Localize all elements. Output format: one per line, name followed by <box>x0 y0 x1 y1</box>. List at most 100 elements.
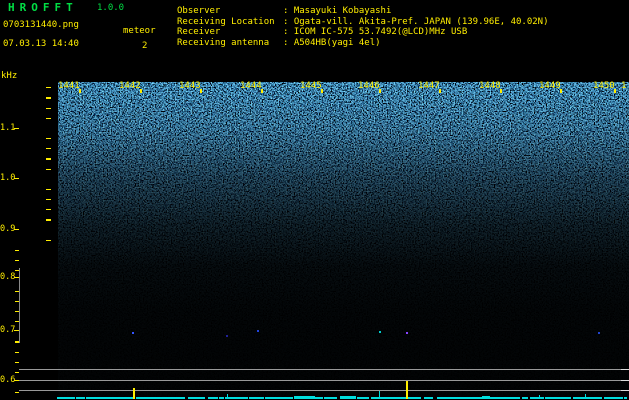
freq-axis-minor-tick <box>14 321 19 323</box>
signal-trace-segment <box>57 397 76 399</box>
info-row: Receiving Location: Ogata-vill. Akita-Pr… <box>177 17 549 28</box>
time-axis-tick <box>261 89 263 93</box>
signal-trace-segment <box>278 397 294 399</box>
time-axis-tick <box>439 89 441 93</box>
time-axis-label: 1441 <box>58 81 80 91</box>
signal-trace-segment <box>75 397 86 399</box>
time-axis-label: 1443 <box>179 81 201 91</box>
mode-label: meteor <box>123 26 156 36</box>
signal-trace-segment <box>104 397 121 399</box>
freq-axis-minor-tick <box>14 290 19 292</box>
time-axis-label: 1448 <box>479 81 501 91</box>
time-axis-label: 1446 <box>358 81 380 91</box>
echo-dot <box>226 335 228 337</box>
signal-trace-segment <box>583 397 603 399</box>
signal-trace-segment <box>298 396 316 399</box>
level-spike <box>406 381 408 399</box>
observer-info-block: Observer: Masayuki Kobayashi Receiving Lo… <box>177 6 549 49</box>
info-separator: : <box>283 38 294 49</box>
time-axis-label: 1449 <box>539 81 561 91</box>
signal-trace-segment <box>573 397 584 399</box>
freq-axis-minor-tick <box>45 117 51 119</box>
signal-trace-segment <box>168 397 185 399</box>
signal-trace-segment <box>530 397 537 399</box>
freq-axis-minor-tick <box>45 87 51 89</box>
echo-dot <box>379 331 381 333</box>
level-panel-line-endtick <box>621 369 629 370</box>
signal-trace-segment <box>604 397 624 399</box>
freq-axis-minor-tick <box>14 371 19 374</box>
app-version: 1.0.0 <box>97 3 125 13</box>
freq-axis-major-tick <box>14 330 19 332</box>
freq-axis-minor-tick <box>14 300 19 302</box>
freq-axis-minor-tick <box>45 138 51 140</box>
signal-trace-segment <box>504 397 520 399</box>
level-spike <box>133 388 135 399</box>
freq-axis-minor-tick <box>45 168 51 170</box>
info-label: Receiver <box>177 27 221 38</box>
info-row: Receiver: ICOM IC-575 53.7492(@LCD)MHz U… <box>177 27 549 38</box>
intensity-fade-overlay <box>58 82 629 399</box>
time-axis-label: 1445 <box>300 81 322 91</box>
freq-axis-minor-tick <box>14 249 19 252</box>
freq-axis-major-tick <box>14 380 19 382</box>
signal-trace-segment <box>234 397 248 399</box>
level-spike <box>585 394 586 399</box>
signal-trace-segment <box>135 397 142 399</box>
freq-axis-minor-tick <box>45 209 51 211</box>
freq-axis-minor-tick <box>14 310 19 313</box>
info-value: Masayuki Kobayashi <box>293 6 392 16</box>
signal-trace-segment <box>264 397 279 399</box>
info-label: Receiving Location <box>177 16 275 27</box>
signal-trace-segment <box>356 397 370 399</box>
freq-axis-minor-tick <box>45 239 51 241</box>
meteor-count: 2 <box>142 41 148 51</box>
level-spike <box>227 394 228 399</box>
signal-trace-segment <box>482 396 490 399</box>
info-value: Ogata-vill. Akita-Pref. JAPAN (139.96E, … <box>293 16 549 27</box>
time-axis-tick <box>560 89 562 93</box>
signal-trace-segment <box>218 397 225 399</box>
app-title: HROFFT <box>8 1 78 14</box>
signal-trace-segment <box>323 397 337 399</box>
info-separator: : <box>283 27 294 38</box>
time-axis-label: 1442 <box>119 81 141 91</box>
signal-trace-segment <box>315 397 324 399</box>
freq-axis-minor-tick <box>14 260 19 262</box>
time-axis-tick <box>140 89 142 93</box>
freq-axis-minor-tick <box>14 341 19 343</box>
info-value: A504HB(yagi 4el) <box>293 38 381 49</box>
time-axis-label: 1 <box>621 81 627 91</box>
signal-trace-segment <box>142 397 156 399</box>
level-spike <box>539 395 540 399</box>
time-axis-tick <box>200 89 202 93</box>
level-panel-line-endtick <box>621 390 629 391</box>
signal-trace-segment <box>156 397 168 399</box>
time-axis-label: 1444 <box>240 81 262 91</box>
echo-dot <box>257 330 259 332</box>
freq-axis-major-tick <box>14 229 19 231</box>
signal-trace-segment <box>424 397 434 399</box>
freq-axis-major-tick <box>14 128 19 130</box>
signal-trace-segment <box>339 396 357 399</box>
signal-trace-segment <box>188 397 205 399</box>
level-panel-line <box>19 380 629 381</box>
time-axis-label: 1450 <box>593 81 615 91</box>
hrofft-screen: HROFFT 1.0.0 0703131440.png meteor 07.03… <box>0 0 629 400</box>
signal-trace-segment <box>544 397 562 399</box>
info-label: Observer <box>177 6 221 16</box>
info-separator: : <box>283 16 294 27</box>
signal-trace-segment <box>562 397 571 399</box>
freq-axis-minor-tick <box>45 158 51 160</box>
level-panel-line <box>19 390 629 391</box>
spectrogram-canvas <box>58 82 629 399</box>
level-spike <box>379 391 380 399</box>
time-axis-tick <box>379 89 381 93</box>
signal-trace-segment <box>93 397 105 399</box>
time-axis-tick <box>614 89 616 93</box>
freq-axis-minor-tick <box>14 361 19 363</box>
level-panel-line-endtick <box>621 380 629 381</box>
freq-axis-minor-tick <box>14 270 19 272</box>
signal-trace-segment <box>464 397 482 399</box>
info-separator: : <box>283 6 294 16</box>
